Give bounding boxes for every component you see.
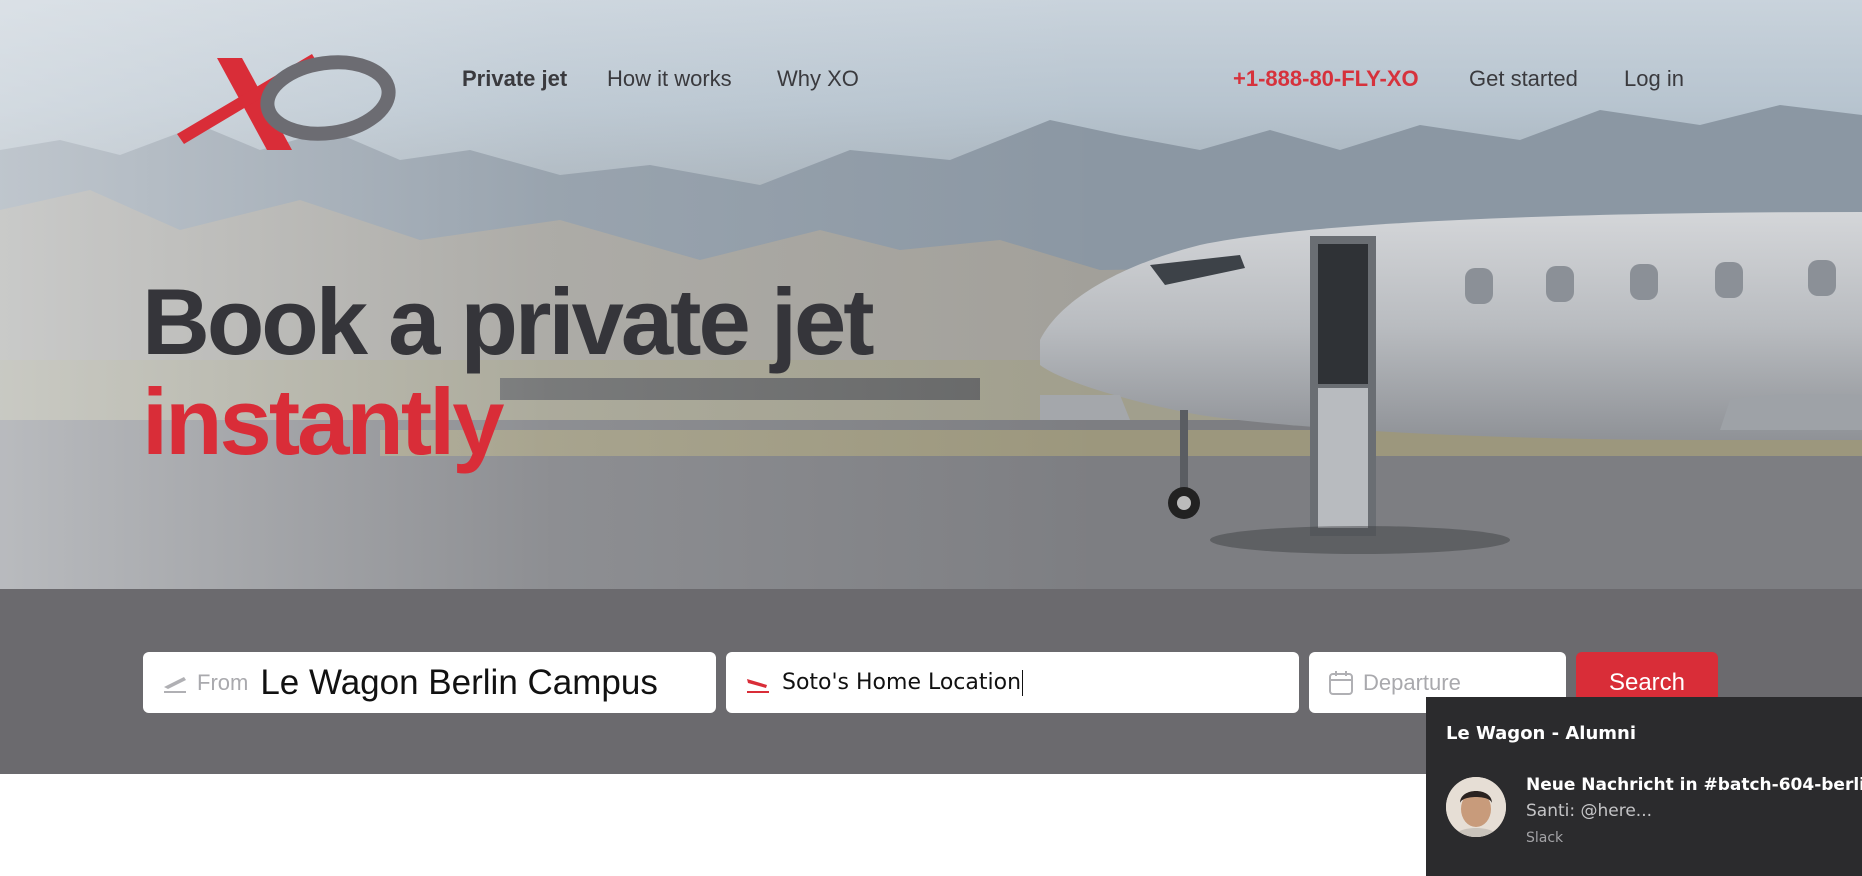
phone-link[interactable]: +1-888-80-FLY-XO [1233, 66, 1419, 92]
slack-notification[interactable]: Le Wagon - Alumni Neue Nachricht in #bat… [1426, 697, 1862, 876]
hero-headline-line1: Book a private jet [142, 269, 875, 374]
calendar-icon [1327, 670, 1355, 695]
nav-private-jet[interactable]: Private jet [462, 66, 567, 92]
get-started-link[interactable]: Get started [1469, 66, 1578, 92]
text-caret [1022, 669, 1024, 696]
notification-app-name: Le Wagon - Alumni [1446, 723, 1637, 744]
to-value[interactable]: Soto's Home Location [782, 669, 1024, 696]
notification-source: Slack [1526, 830, 1564, 846]
avatar [1446, 777, 1506, 837]
notification-title: Neue Nachricht in #batch-604-berlin [1526, 775, 1862, 795]
login-link[interactable]: Log in [1624, 66, 1684, 92]
from-label: From [197, 669, 249, 695]
from-value[interactable]: Le Wagon Berlin Campus [260, 663, 658, 703]
departure-placeholder: Departure [1363, 669, 1461, 695]
takeoff-icon [161, 671, 189, 695]
hero-headline-line2: instantly [142, 369, 505, 474]
nav-how-it-works[interactable]: How it works [607, 66, 732, 92]
nav-why-xo[interactable]: Why XO [777, 66, 859, 92]
hero-headline: Book a private jet instantly [142, 269, 875, 474]
xo-logo[interactable] [172, 52, 396, 156]
notification-message: Santi: @here... [1526, 801, 1653, 821]
to-field[interactable]: Soto's Home Location [726, 652, 1299, 713]
from-field[interactable]: From Le Wagon Berlin Campus [143, 652, 716, 713]
landing-icon [744, 671, 772, 695]
hero-banner: Private jet How it works Why XO +1-888-8… [0, 0, 1862, 589]
